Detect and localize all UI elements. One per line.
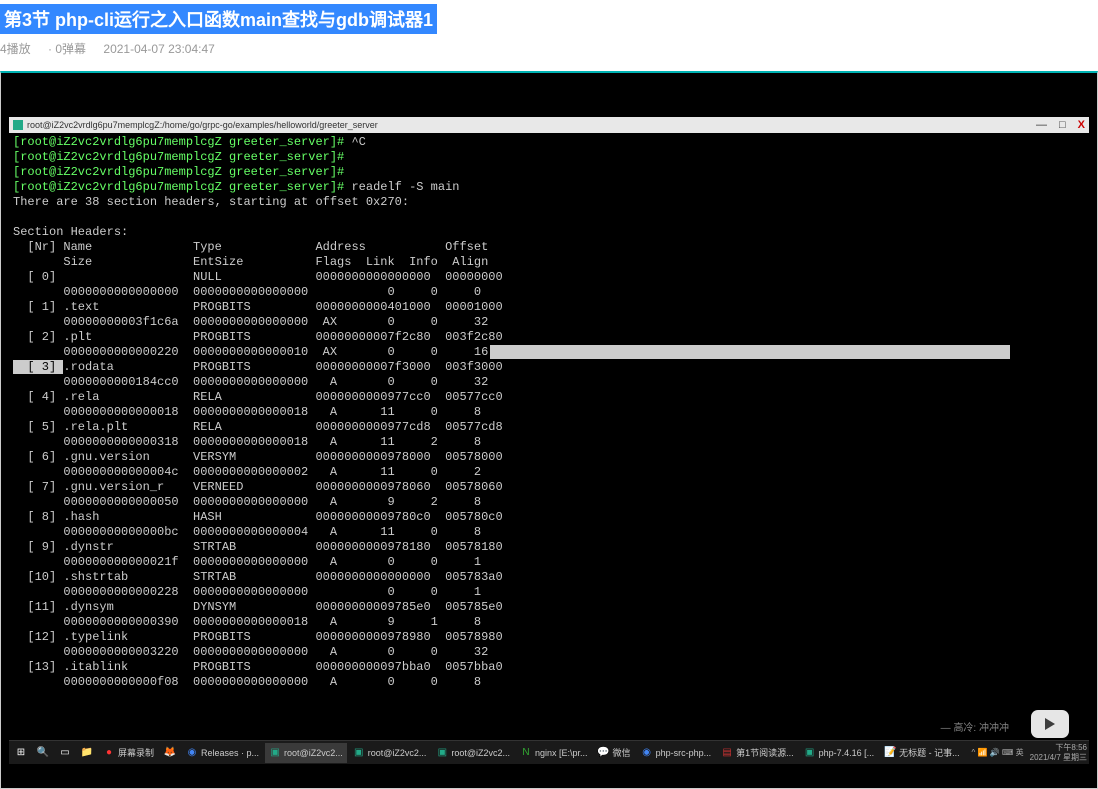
taskbar-item[interactable]: ◉php-src-php... [637, 743, 716, 763]
windows-taskbar[interactable]: ⊞🔍▭📁●屏幕录制🦊◉Releases · p...▣root@iZ2vc2..… [9, 740, 1089, 764]
video-meta: 4播放 · 0弹幕 2021-04-07 23:04:47 [0, 40, 1098, 57]
task-icon: 🦊 [164, 747, 176, 759]
taskbar-item[interactable]: 🔍 [33, 743, 53, 763]
task-icon: 📁 [81, 747, 93, 759]
task-icon: ◉ [186, 747, 198, 759]
taskbar-item[interactable]: ◉Releases · p... [182, 743, 263, 763]
task-icon: ◉ [641, 747, 653, 759]
system-tray[interactable]: ^ 📶 🔊 ⌨ 英 下午8:56 2021/4/7 星期三 [972, 743, 1088, 763]
video-title: 第3节 php-cli运行之入口函数main查找与gdb调试器1 [0, 4, 437, 34]
maximize-button[interactable]: □ [1059, 119, 1066, 131]
danmaku-text: — 高冷: 冲冲冲 [941, 719, 1009, 734]
task-icon: ▣ [804, 747, 816, 759]
taskbar-item[interactable]: ▤第1节阅读源... [717, 743, 798, 763]
task-label: 第1节阅读源... [736, 746, 794, 759]
task-icon: ▣ [353, 747, 365, 759]
terminal-window: root@iZ2vc2vrdlg6pu7memplcgZ:/home/go/gr… [9, 117, 1089, 762]
task-label: Releases · p... [201, 748, 259, 758]
task-icon: ⊞ [15, 747, 27, 759]
danmaku-count: 0弹幕 [55, 42, 86, 56]
close-button[interactable]: X [1078, 119, 1085, 131]
taskbar-item[interactable]: ●屏幕录制 [99, 743, 158, 763]
window-titlebar[interactable]: root@iZ2vc2vrdlg6pu7memplcgZ:/home/go/gr… [9, 117, 1089, 133]
task-icon: 🔍 [37, 747, 49, 759]
video-player[interactable]: root@iZ2vc2vrdlg6pu7memplcgZ:/home/go/gr… [0, 71, 1098, 789]
task-label: root@iZ2vc2... [451, 748, 510, 758]
play-count: 4播放 [0, 42, 31, 56]
taskbar-item[interactable]: ⊞ [11, 743, 31, 763]
taskbar-item[interactable]: ▣root@iZ2vc2... [349, 743, 431, 763]
task-icon: ▣ [269, 747, 281, 759]
taskbar-item[interactable]: ▭ [55, 743, 75, 763]
task-label: root@iZ2vc2... [368, 748, 427, 758]
task-label: php-src-php... [656, 748, 712, 758]
task-icon: ▭ [59, 747, 71, 759]
taskbar-item[interactable]: ▣php-7.4.16 [... [800, 743, 879, 763]
task-label: 无标题 - 记事... [899, 746, 960, 759]
task-label: 屏幕录制 [118, 746, 154, 759]
upload-time: 2021-04-07 23:04:47 [103, 42, 214, 56]
bilibili-watermark [1031, 710, 1069, 738]
task-icon: N [520, 747, 532, 759]
taskbar-item[interactable]: ▣root@iZ2vc2... [265, 743, 347, 763]
task-label: php-7.4.16 [... [819, 748, 875, 758]
app-icon [13, 120, 23, 130]
window-title: root@iZ2vc2vrdlg6pu7memplcgZ:/home/go/gr… [27, 120, 378, 130]
taskbar-item[interactable]: 📁 [77, 743, 97, 763]
terminal-output[interactable]: [root@iZ2vc2vrdlg6pu7memplcgZ greeter_se… [9, 133, 1089, 692]
tray-icons[interactable]: ^ 📶 🔊 ⌨ 英 [972, 747, 1024, 758]
task-icon: ▣ [436, 747, 448, 759]
taskbar-item[interactable]: 📝无标题 - 记事... [880, 743, 964, 763]
task-label: root@iZ2vc2... [284, 748, 343, 758]
taskbar-item[interactable]: Nnginx [E:\pr... [516, 743, 592, 763]
task-icon: ● [103, 747, 115, 759]
task-icon: ▤ [721, 747, 733, 759]
taskbar-item[interactable]: 💬微信 [594, 743, 635, 763]
taskbar-item[interactable]: 🦊 [160, 743, 180, 763]
task-label: 微信 [613, 746, 631, 759]
task-icon: 📝 [884, 747, 896, 759]
taskbar-clock[interactable]: 下午8:56 2021/4/7 星期三 [1030, 743, 1087, 763]
minimize-button[interactable]: — [1036, 119, 1047, 131]
taskbar-item[interactable]: ▣root@iZ2vc2... [432, 743, 514, 763]
task-label: nginx [E:\pr... [535, 748, 588, 758]
task-icon: 💬 [598, 747, 610, 759]
